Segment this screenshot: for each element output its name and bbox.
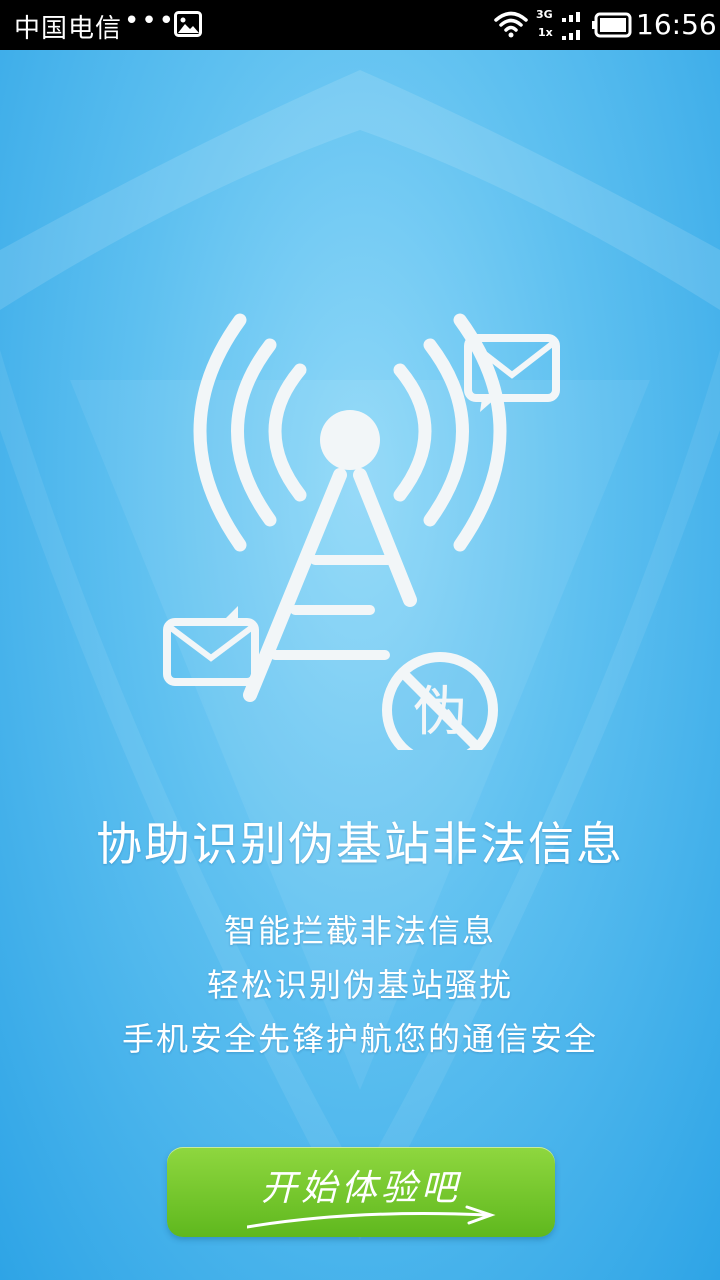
fake-base-station-icon: 伪 xyxy=(163,313,560,750)
intro-screen: 伪 协助识别伪基站非法信息 智能拦截非法信息 轻松识别伪基站骚扰 手机安全先锋护… xyxy=(0,50,720,1280)
status-bar: 中国电信 ••• 3G 1x 16:56 xyxy=(0,0,720,50)
feature-line: 智能拦截非法信息 xyxy=(223,912,496,950)
wifi-icon xyxy=(494,11,528,38)
feature-line: 轻松识别伪基站骚扰 xyxy=(206,966,513,1004)
battery-icon xyxy=(592,12,632,38)
clock: 16:56 xyxy=(636,8,717,41)
network-3g-label: 3G xyxy=(536,8,553,21)
carrier-name: 中国电信 xyxy=(14,14,123,44)
message-bubble-icon xyxy=(464,334,560,412)
start-experience-button[interactable]: 开始体验吧 xyxy=(167,1147,555,1237)
message-bubble-icon-left xyxy=(163,606,259,686)
swoosh-arrow-icon xyxy=(247,1205,496,1229)
more-notifications-icon: ••• xyxy=(124,6,177,36)
feature-line: 手机安全先锋护航您的通信安全 xyxy=(121,1020,598,1058)
network-1x-label: 1x xyxy=(538,26,553,39)
headline: 协助识别伪基站非法信息 xyxy=(96,817,624,871)
forbidden-fake-icon: 伪 xyxy=(382,652,498,750)
cellular-signal-icon: 3G 1x xyxy=(534,8,586,42)
image-notification-icon xyxy=(174,11,202,37)
